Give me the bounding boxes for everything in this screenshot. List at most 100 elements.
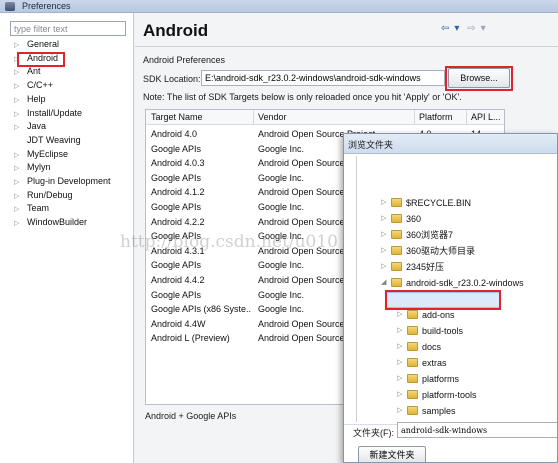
folder-item[interactable]: ▷ 360 <box>381 212 551 226</box>
expand-arrow-icon[interactable]: ▷ <box>397 388 406 402</box>
expand-arrow-icon[interactable]: ▷ <box>381 260 390 274</box>
expand-arrow-icon[interactable]: ▷ <box>397 356 406 370</box>
expand-arrow-icon[interactable]: ▷ <box>381 244 390 258</box>
back-icon[interactable]: ⇦ <box>441 23 449 34</box>
folder-item[interactable]: ▷ add-ons <box>397 308 557 322</box>
tree-item-run-debug[interactable]: ▷ Run/Debug <box>14 189 73 202</box>
folder-icon <box>391 262 402 271</box>
folder-icon <box>391 278 402 287</box>
cell-target-name: Google APIs <box>151 289 202 300</box>
sdk-location-input[interactable] <box>201 70 445 86</box>
folder-label-text: 2345好压 <box>406 262 445 272</box>
folder-input[interactable] <box>397 422 557 438</box>
tree-item-mylyn[interactable]: ▷ Mylyn <box>14 161 51 174</box>
expand-arrow-icon[interactable]: ▷ <box>14 66 27 79</box>
tree-item-java[interactable]: ▷ Java <box>14 120 46 133</box>
column-vendor[interactable]: Vendor <box>258 112 287 122</box>
folder-icon <box>407 342 418 351</box>
cell-target-name: Android 4.1.2 <box>151 187 205 198</box>
app-icon <box>5 2 15 11</box>
preferences-tree-pane: ▷General▷Android▷Ant▷C/C++▷Help▷Install/… <box>0 13 134 463</box>
folder-label-text: build-tools <box>422 326 464 336</box>
expand-arrow-icon[interactable]: ▷ <box>14 217 27 230</box>
tree-item-label: Mylyn <box>27 162 51 173</box>
expand-arrow-icon[interactable]: ▷ <box>14 162 27 175</box>
folder-item[interactable]: ▷ 2345好压 <box>381 260 551 274</box>
cell-target-name: Google APIs <box>151 202 202 212</box>
cell-target-name: Android 4.0 <box>151 129 198 139</box>
expand-arrow-icon[interactable]: ▷ <box>397 308 406 322</box>
dialog-title: 浏览文件夹 <box>348 140 394 150</box>
tree-item-myeclipse[interactable]: ▷ MyEclipse <box>14 148 68 161</box>
folder-item[interactable]: ▷ $RECYCLE.BIN <box>381 196 551 210</box>
folder-label-text: add-ons <box>422 310 455 320</box>
expand-arrow-icon[interactable]: ▷ <box>14 39 27 52</box>
folder-item[interactable]: ▷ extras <box>397 356 557 370</box>
expand-arrow-icon[interactable]: ▷ <box>397 372 406 386</box>
column-target-name[interactable]: Target Name <box>151 112 203 122</box>
tree-item-jdt-weaving[interactable]: JDT Weaving <box>14 134 81 147</box>
browse-highlight-box <box>445 66 513 91</box>
history-navigation: ⇦ ▾ ⇨ ▾ <box>441 23 501 37</box>
tree-item-plug-in-development[interactable]: ▷ Plug-in Development <box>14 175 111 188</box>
expand-arrow-icon[interactable]: ▷ <box>381 212 390 226</box>
folder-label-text: 360浏览器7 <box>406 230 454 240</box>
column-api-level[interactable]: API L... <box>471 112 501 122</box>
selected-target-description: Android + Google APIs <box>145 411 237 421</box>
tree-item-install-update[interactable]: ▷ Install/Update <box>14 107 82 120</box>
tree-item-label: MyEclipse <box>27 148 69 159</box>
tree-item-team[interactable]: ▷ Team <box>14 202 49 215</box>
tree-item-ant[interactable]: ▷ Ant <box>14 65 41 78</box>
selected-folder-highlight-box <box>385 290 501 310</box>
folder-item[interactable]: ▷ 360浏览器7 <box>381 228 551 242</box>
back-menu-icon[interactable]: ▾ <box>454 23 459 34</box>
page-title: Android <box>143 21 209 40</box>
title-bar: Preferences <box>0 0 558 13</box>
expand-arrow-icon[interactable]: ▷ <box>397 404 406 418</box>
expand-arrow-icon[interactable]: ◢ <box>381 276 390 290</box>
folder-label-text: $RECYCLE.BIN <box>406 198 472 208</box>
tree-item-general[interactable]: ▷ General <box>14 38 59 51</box>
folder-item[interactable]: ◢ android-sdk_r23.0.2-windows <box>381 276 551 290</box>
folder-label-text: docs <box>422 342 442 352</box>
forward-menu-icon[interactable]: ▾ <box>481 23 486 34</box>
filter-input[interactable] <box>10 21 126 36</box>
expand-arrow-icon[interactable]: ▷ <box>397 340 406 354</box>
tree-item-c-c-[interactable]: ▷ C/C++ <box>14 79 53 92</box>
expand-arrow-icon[interactable]: ▷ <box>14 94 27 107</box>
column-divider <box>414 110 415 125</box>
expand-arrow-icon[interactable]: ▷ <box>14 121 27 134</box>
folder-item[interactable]: ▷ build-tools <box>397 324 557 338</box>
folder-item[interactable]: ▷ 360驱动大师目录 <box>381 244 551 258</box>
tree-item-label: C/C++ <box>27 80 54 91</box>
folder-item[interactable]: ▷ platforms <box>397 372 557 386</box>
folder-icon <box>391 230 402 239</box>
folder-icon <box>407 358 418 367</box>
expand-arrow-icon[interactable]: ▷ <box>14 108 27 121</box>
forward-icon[interactable]: ⇨ <box>467 23 475 34</box>
cell-target-name: Android 4.2.2 <box>151 216 205 227</box>
sdk-targets-note: Note: The list of SDK Targets below is o… <box>143 92 462 102</box>
expand-arrow-icon[interactable]: ▷ <box>14 203 27 216</box>
new-folder-button[interactable]: 新建文件夹(M) <box>358 446 426 462</box>
folder-item[interactable]: ▷ docs <box>397 340 557 354</box>
cell-target-name: Google APIs <box>151 172 202 183</box>
folder-item[interactable]: ▷ samples <box>397 404 557 418</box>
folder-item[interactable]: ▷ platform-tools <box>397 388 557 402</box>
expand-arrow-icon[interactable]: ▷ <box>14 176 27 189</box>
expand-arrow-icon[interactable]: ▷ <box>14 80 27 93</box>
tree-item-label: Install/Update <box>27 107 83 118</box>
folder-icon <box>391 246 402 255</box>
expand-arrow-icon[interactable]: ▷ <box>14 149 27 162</box>
folder-icon <box>407 406 418 415</box>
expand-arrow-icon[interactable]: ▷ <box>14 190 27 203</box>
expand-arrow-icon[interactable]: ▷ <box>397 324 406 338</box>
column-divider <box>466 110 467 125</box>
column-platform[interactable]: Platform <box>419 112 453 122</box>
expand-arrow-icon[interactable]: ▷ <box>381 228 390 242</box>
expand-arrow-icon[interactable]: ▷ <box>381 196 390 210</box>
tree-item-label: Team <box>27 203 50 214</box>
folder-label-text: 360驱动大师目录 <box>406 246 476 256</box>
tree-item-help[interactable]: ▷ Help <box>14 93 46 106</box>
tree-item-windowbuilder[interactable]: ▷ WindowBuilder <box>14 216 87 229</box>
